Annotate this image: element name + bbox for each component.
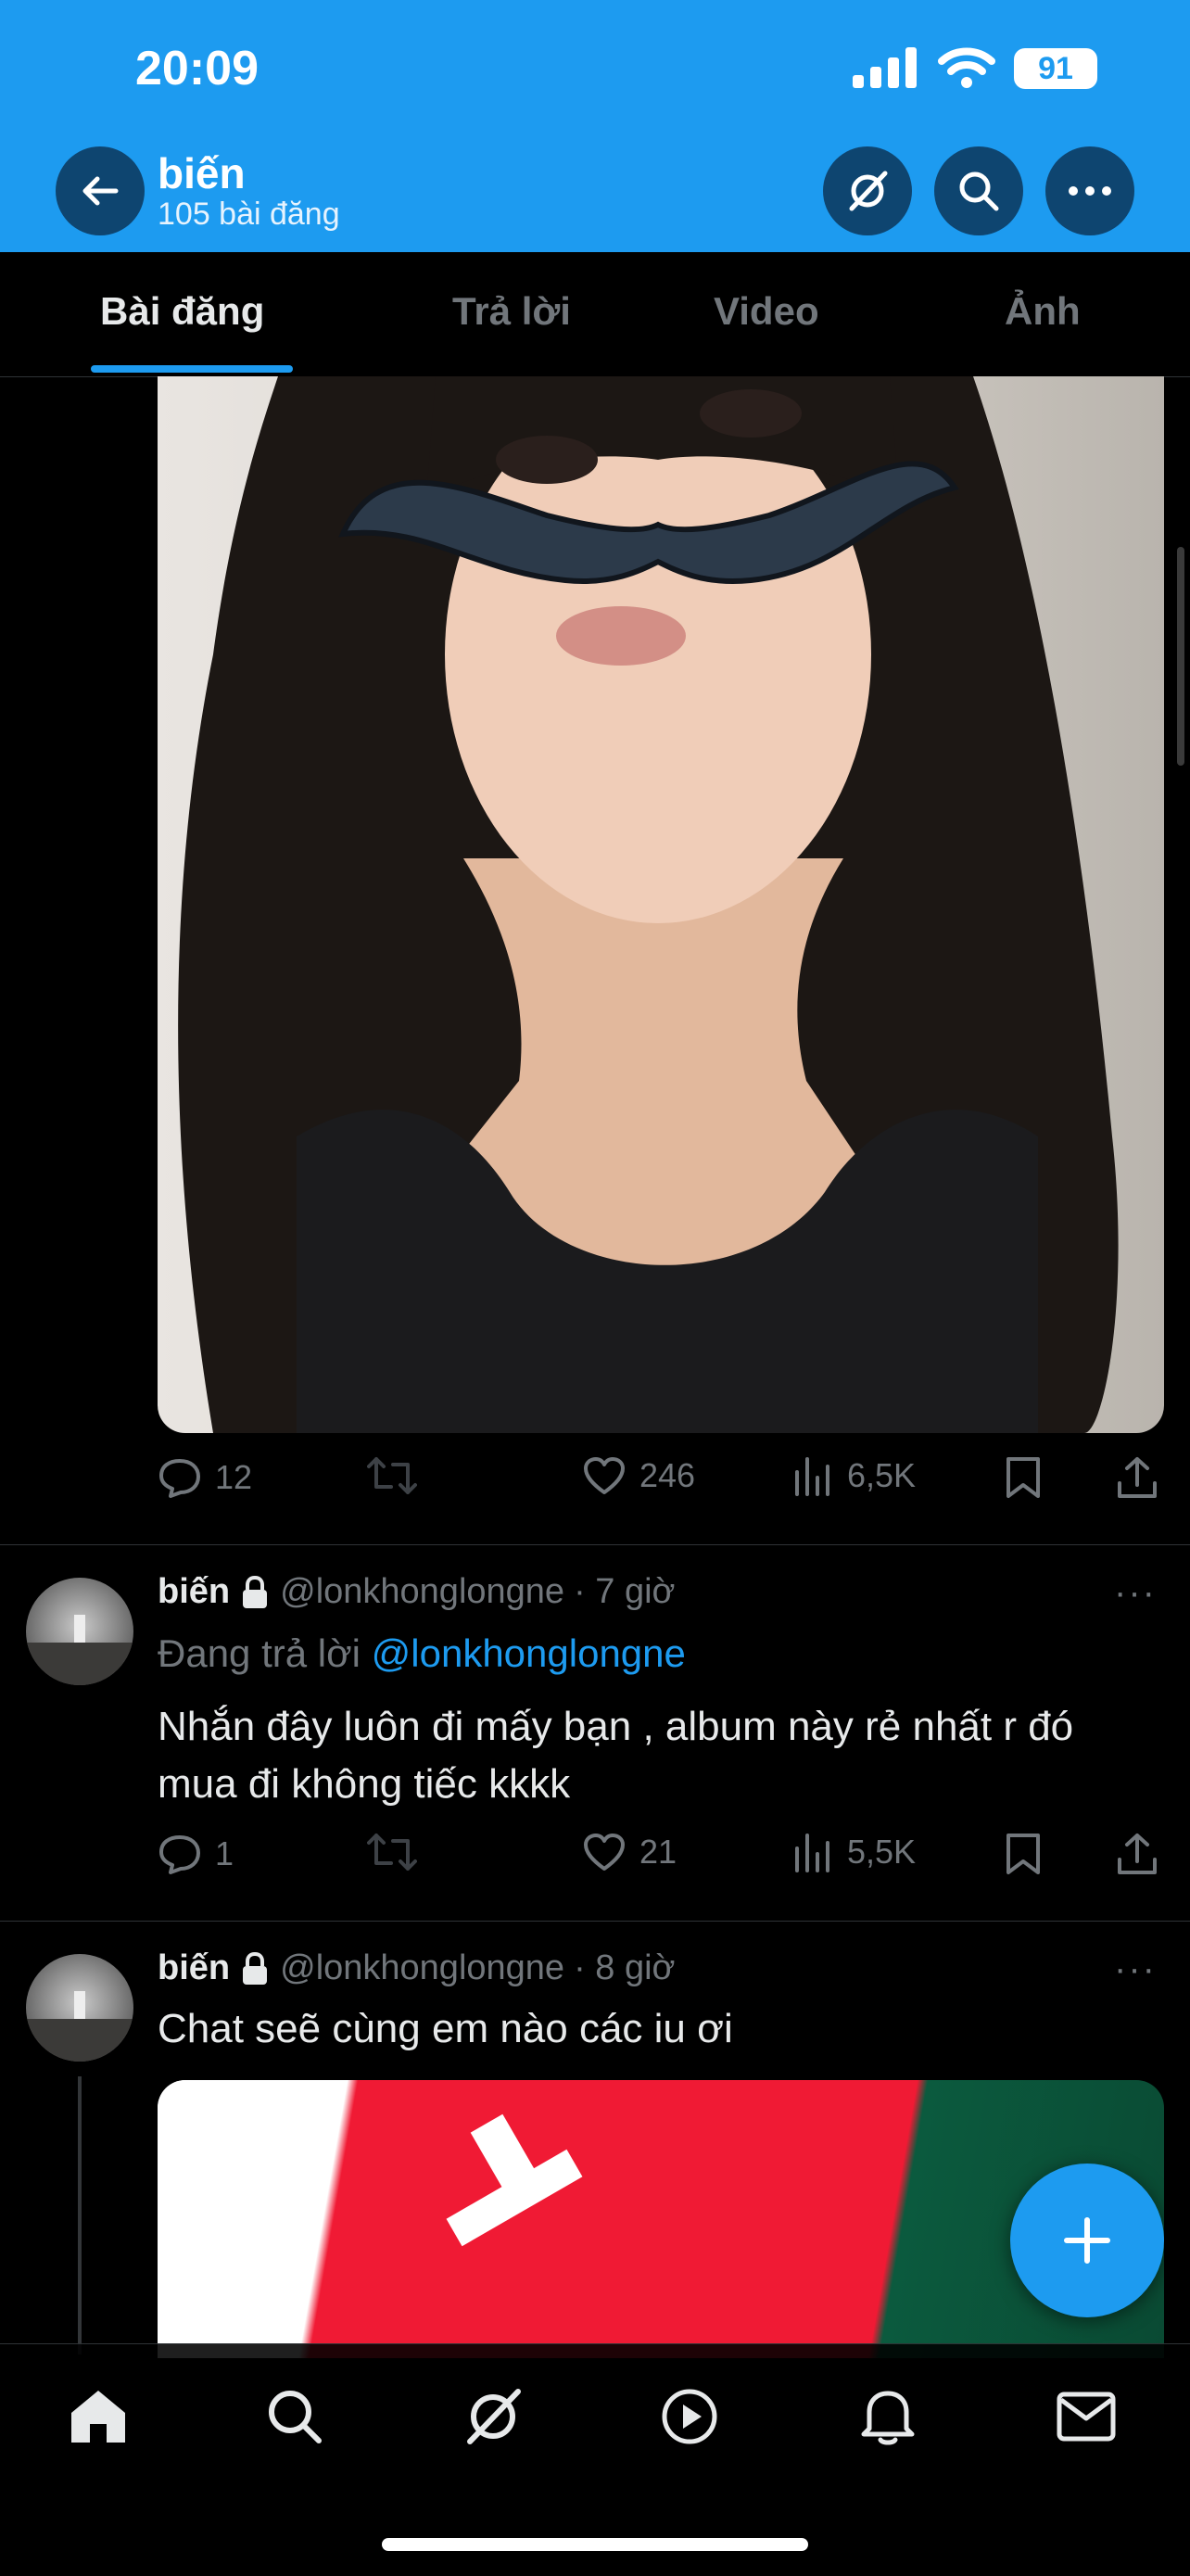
wifi-icon (938, 47, 995, 88)
photo-illustration (178, 376, 1119, 1433)
share-icon (1118, 1457, 1157, 1498)
heart-icon (584, 1834, 625, 1871)
views-button[interactable]: 5,5K (793, 1832, 916, 1872)
view-count: 5,5K (847, 1833, 917, 1871)
signal-icon (853, 47, 917, 88)
search-icon (269, 2391, 322, 2443)
replying-to-mention[interactable]: @lonkhonglongne (372, 1631, 686, 1675)
views-icon (795, 1834, 829, 1872)
video-icon (662, 2389, 717, 2444)
more-button[interactable] (1045, 146, 1134, 235)
tab-photos[interactable]: Ảnh (1005, 289, 1081, 334)
share-icon (1118, 1834, 1157, 1874)
post-actions: 1 21 5,5K (158, 1832, 1164, 1887)
avatar[interactable] (26, 1954, 133, 2062)
thread-line (78, 2076, 82, 2354)
avatar[interactable] (26, 1578, 133, 1685)
reply-button[interactable]: 1 (158, 1832, 234, 1876)
post-more-icon[interactable]: ··· (1114, 1572, 1157, 1614)
reply-icon (159, 1459, 200, 1498)
status-time: 20:09 (135, 42, 259, 95)
like-count: 21 (639, 1833, 677, 1871)
reply-count: 12 (215, 1458, 253, 1496)
like-button[interactable]: 246 (582, 1455, 695, 1496)
grok-icon (467, 2389, 521, 2444)
notifications-icon (861, 2391, 915, 2445)
nav-notifications[interactable] (851, 2379, 925, 2454)
nav-grok[interactable] (456, 2379, 530, 2454)
plus-icon (1064, 2217, 1110, 2264)
author-handle[interactable]: @lonkhonglongne (280, 1948, 564, 1988)
bookmark-icon (1006, 1457, 1040, 1498)
views-icon (795, 1457, 829, 1496)
repost-button[interactable] (367, 1455, 417, 1496)
profile-name: biến (158, 149, 246, 197)
nav-messages[interactable] (1049, 2379, 1123, 2454)
tweet-header: biến @lonkhonglongne · 8 giờ (158, 1948, 675, 1988)
tab-posts[interactable]: Bài đăng (100, 289, 264, 334)
share-button[interactable] (1116, 1455, 1158, 1500)
replying-to: Đang trả lời @lonkhonglongne (158, 1631, 686, 1676)
tab-video[interactable]: Video (714, 289, 819, 334)
scrollbar[interactable] (1177, 547, 1184, 766)
home-icon (71, 2391, 125, 2443)
more-horizontal-icon (1069, 186, 1111, 196)
post-actions: 12 246 6,5K (158, 1455, 1164, 1511)
profile-tabs: Bài đăng Trả lời Video Ảnh (0, 252, 1190, 377)
tweet-text: Chat seẽ cùng em nào các iu ơi (158, 2006, 733, 2051)
compose-button[interactable] (1010, 2164, 1164, 2317)
reply-icon (159, 1835, 200, 1874)
view-count: 6,5K (847, 1456, 917, 1494)
messages-icon (1057, 2392, 1116, 2442)
views-button[interactable]: 6,5K (793, 1455, 916, 1496)
reply-count: 1 (215, 1834, 234, 1872)
reply-button[interactable]: 12 (158, 1455, 252, 1500)
back-button[interactable] (56, 146, 145, 235)
home-indicator[interactable] (382, 2538, 808, 2551)
grok-button[interactable] (823, 146, 912, 235)
lock-icon (243, 1951, 268, 1985)
status-icons (853, 46, 995, 89)
post-divider (0, 1921, 1190, 1922)
nav-search[interactable] (258, 2379, 332, 2454)
repost-icon (367, 1834, 417, 1871)
bookmark-icon (1006, 1834, 1040, 1874)
tweet-text: Nhắn đây luôn đi mấy bạn , album này rẻ … (158, 1704, 1074, 1807)
bookmark-button[interactable] (1005, 1832, 1042, 1876)
search-icon (959, 171, 999, 211)
repost-icon (367, 1457, 417, 1494)
lock-icon (243, 1575, 268, 1608)
author-name[interactable]: biến (158, 1572, 230, 1612)
author-name[interactable]: biến (158, 1948, 230, 1988)
post-divider (0, 1544, 1190, 1545)
like-count: 246 (639, 1456, 696, 1494)
post-more-icon[interactable]: ··· (1114, 1948, 1157, 1990)
grok-icon (849, 171, 888, 211)
nav-video[interactable] (652, 2379, 727, 2454)
post-image[interactable] (158, 376, 1164, 1433)
share-button[interactable] (1116, 1832, 1158, 1876)
heart-icon (584, 1457, 625, 1494)
author-handle[interactable]: @lonkhonglongne (280, 1572, 564, 1612)
replying-to-prefix: Đang trả lời (158, 1631, 361, 1675)
search-button[interactable] (934, 146, 1023, 235)
arrow-left-icon (82, 176, 119, 206)
repost-button[interactable] (367, 1832, 417, 1872)
bookmark-button[interactable] (1005, 1455, 1042, 1500)
post-time: · 7 giờ (574, 1572, 676, 1611)
nav-home[interactable] (61, 2379, 135, 2454)
active-tab-indicator (91, 365, 293, 373)
battery-indicator: 91 (1014, 48, 1097, 89)
tweet-header: biến @lonkhonglongne · 7 giờ (158, 1572, 675, 1612)
like-button[interactable]: 21 (582, 1832, 677, 1872)
post-count: 105 bài đăng (158, 197, 340, 232)
profile-header: 20:09 91 biến 105 bài đăng (0, 0, 1190, 252)
tab-replies[interactable]: Trả lời (452, 289, 571, 334)
post-time: · 8 giờ (574, 1948, 676, 1987)
